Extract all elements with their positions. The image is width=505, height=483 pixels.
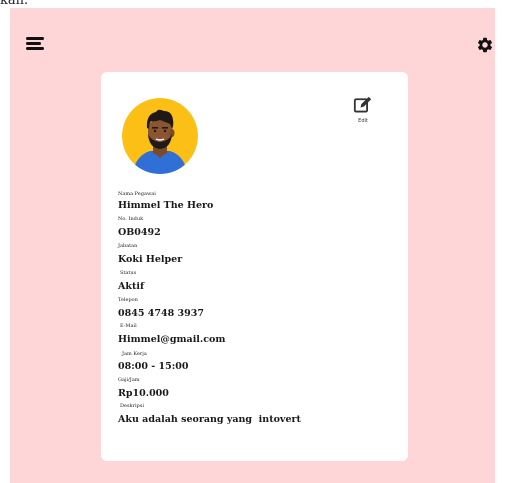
value-nama-pegawai: Himmel The Hero (118, 200, 214, 211)
label-telepon: Telepon (118, 297, 138, 303)
value-no-induk: OB0492 (118, 227, 161, 238)
edit-label: Edit (358, 118, 368, 124)
gear-icon[interactable] (476, 36, 494, 54)
label-gaji-jam: Gaji/Jam (118, 377, 140, 383)
label-email: E-Mail (120, 323, 137, 329)
value-deskripsi: Aku adalah seorang yang intovert (118, 414, 301, 425)
label-jabatan: Jabatan (118, 243, 138, 249)
top-cropped-text: kan. (0, 0, 505, 8)
value-gaji-jam: Rp10.000 (118, 388, 169, 399)
label-status: Status (120, 270, 137, 276)
value-telepon: 0845 4748 3937 (118, 308, 204, 319)
edit-button[interactable]: Edit (348, 96, 378, 136)
employee-profile-card: Edit Nama Pegawai Himmel The Hero No. In… (101, 72, 408, 461)
app-background: Edit Nama Pegawai Himmel The Hero No. In… (10, 8, 495, 483)
edit-icon (353, 96, 372, 113)
hamburger-menu-icon[interactable] (26, 36, 44, 52)
label-nama-pegawai: Nama Pegawai (118, 191, 156, 197)
cropped-text: kan. (0, 0, 29, 8)
label-jam-kerja: Jam Kerja (122, 351, 147, 357)
value-status: Aktif (118, 281, 145, 292)
value-jabatan: Koki Helper (118, 254, 183, 265)
value-email: Himmel@gmail.com (118, 334, 226, 345)
label-no-induk: No. Induk (118, 216, 144, 222)
avatar (122, 98, 198, 174)
value-jam-kerja: 08:00 - 15:00 (118, 361, 189, 372)
label-deskripsi: Deskripsi (120, 403, 144, 409)
